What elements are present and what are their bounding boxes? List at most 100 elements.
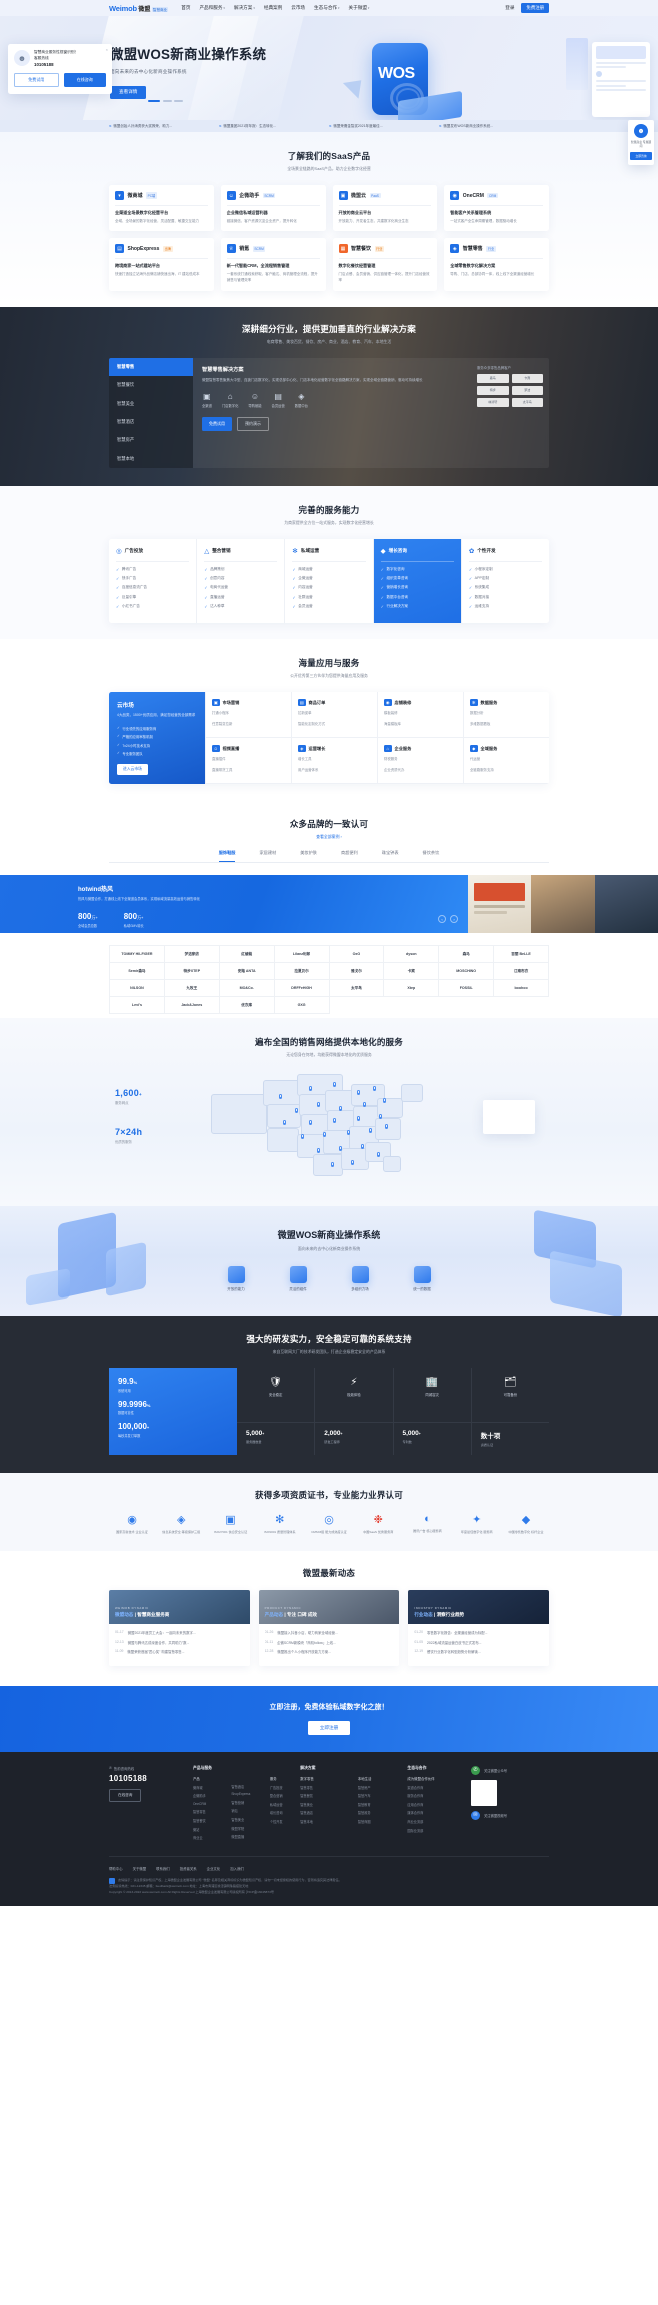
app-category-cell[interactable]: ◈ 运营增长 增长工具 用户运营体系 <box>291 737 377 785</box>
ticker-item[interactable]: ❝ 微盟集团2021财年报：生态转化... <box>219 124 329 129</box>
product-card[interactable]: ▾ 微商城 PC端 全渠道全场景数字化经营平台 全域、全场景的数字化经营，灵活配… <box>109 185 214 232</box>
footer-link[interactable]: 微商城 <box>193 1785 223 1790</box>
enter-cloud-market-button[interactable]: 进入云市场 <box>117 764 148 776</box>
footer-link[interactable]: 智慧美业 <box>300 1802 350 1807</box>
close-icon[interactable]: × <box>106 47 108 52</box>
app-category-cell[interactable]: ▤ 商品订单 拉新促单 智能化定制化方式 <box>291 691 377 738</box>
nav-item-cases[interactable]: 经典案例 <box>264 5 282 11</box>
product-card[interactable]: ◉ OneCRM CRM 智能客户关系管理系统 一站式客户全生命周期管理，数据驱… <box>444 185 549 232</box>
footer-bottom-link[interactable]: 企业文化 <box>207 1866 221 1871</box>
case-tab-jewelry[interactable]: 珠宝钟表 <box>382 850 399 862</box>
footer-link[interactable]: 智慧酒店 <box>300 1810 350 1815</box>
footer-link[interactable]: 微盟直播 <box>231 1834 261 1839</box>
nav-item-products[interactable]: 产品和服务 ▾ <box>199 5 225 11</box>
industry-tab-catering[interactable]: 智慧餐饮 <box>109 376 193 394</box>
footer-link[interactable]: 智慧房产 <box>358 1785 408 1790</box>
service-column-growth-consulting[interactable]: ◆ 增长咨询 ✓ 数字化咨询 ✓ 组织变革咨询 ✓ 营销增长咨询 ✓ 数据中台咨询 ✓ 行业… <box>373 538 462 623</box>
industry-tab-hotel[interactable]: 智慧酒店 <box>109 413 193 431</box>
footer-bottom-link[interactable]: 关于微盟 <box>133 1866 147 1871</box>
news-item[interactable]: 12-28 微盟推出个人小程序开放能力方案... <box>265 1649 394 1654</box>
product-card[interactable]: ◈ 智慧零售 行业 全域零售数字化解决方案 导购、门店、总部协同一体，线上线下全… <box>444 238 549 291</box>
case-tab-catering[interactable]: 餐饮茶饮 <box>423 850 440 862</box>
footer-link[interactable]: 服务合作商 <box>407 1793 461 1798</box>
news-item[interactable]: 11-09 微盟荣获首届"匠心奖" 构建智慧零售... <box>115 1649 244 1654</box>
carousel-prev-button[interactable]: ‹ <box>438 915 446 924</box>
footer-link[interactable]: 应用合作商 <box>407 1802 461 1807</box>
footer-bottom-link[interactable]: 加入我们 <box>230 1866 244 1871</box>
footer-link[interactable]: 智慧教育 <box>358 1802 408 1807</box>
footer-bottom-link[interactable]: 联系我们 <box>156 1866 170 1871</box>
ticker-item[interactable]: ❝ 微盟发布WOS新商业操作系统... <box>439 124 549 129</box>
service-column-custom-dev[interactable]: ✿ 个性开发 ✓ 小程序定制 ✓ APP定制 ✓ 系统集成 ✓ 数据对接 ✓ 运维支持 <box>462 539 549 623</box>
footer-link[interactable]: 商业业务部 <box>407 1819 461 1824</box>
service-column-advertising[interactable]: ◎ 广告投放 ✓ 腾讯广告 ✓ 快手广告 ✓ 百度信息流广告 ✓ 巨量引擎 ✓ 小红书广告 <box>109 538 198 623</box>
footer-link[interactable]: 国际业务部 <box>407 1828 461 1833</box>
footer-link[interactable]: 智慧餐饮 <box>300 1793 350 1798</box>
hero-carousel-dots[interactable] <box>148 100 183 102</box>
case-tab-home[interactable]: 家居建材 <box>259 850 276 862</box>
nav-item-home[interactable]: 首页 <box>181 5 190 11</box>
nav-item-solutions[interactable]: 解决方案 ▾ <box>234 5 255 11</box>
link-text[interactable]: 查看全部案例 › <box>316 834 342 839</box>
footer-link[interactable]: 销氪 <box>231 1808 261 1813</box>
hero-detail-button[interactable]: 查看详情 <box>110 86 147 99</box>
view-all-cases-link[interactable]: 查看全部案例 › <box>109 834 549 840</box>
news-item[interactable]: 01-17 微盟2021年度员工大会：一起向未来的数字... <box>115 1630 244 1635</box>
news-item[interactable]: 01-05 2022私域流量运营白皮书正式发布... <box>414 1640 543 1645</box>
footer-link[interactable]: 智慧营销 <box>231 1800 261 1805</box>
footer-link[interactable]: 个性开发 <box>270 1819 300 1824</box>
product-card[interactable]: ☺ 企微助手 SCRM 企业微信私域运营利器 链接微信、客户资源沉淀企业资产，提… <box>220 185 326 232</box>
carousel-dot[interactable] <box>174 100 183 102</box>
news-item[interactable]: 01-11 企微SCRM新模块「商机follow」上线... <box>265 1640 394 1645</box>
nav-item-ecosystem[interactable]: 生态与合作 ▾ <box>314 5 340 11</box>
industry-demo-button[interactable]: 预约演示 <box>237 417 269 432</box>
product-card[interactable]: ▤ ShopExpress 出海 跨境商家一站式建站平台 快速打造独立站海外品牌… <box>109 238 214 291</box>
footer-link[interactable]: ShopExpress <box>231 1792 261 1796</box>
footer-link[interactable]: 企微助手 <box>193 1793 223 1798</box>
case-tab-beauty[interactable]: 美妆护肤 <box>300 850 317 862</box>
footer-link[interactable]: 智慧酒店 <box>231 1784 261 1789</box>
footer-link[interactable]: 渠道合作商 <box>407 1785 461 1790</box>
consult-popup[interactable]: × ☻ 智慧商业服务性视窗识别！ 客服热线 10105188 免费试用 在线咨询 <box>8 44 112 94</box>
footer-link[interactable]: 商业云 <box>193 1835 223 1840</box>
carousel-next-button[interactable]: › <box>450 915 458 924</box>
carousel-dot[interactable] <box>162 100 172 102</box>
footer-link[interactable]: 智慧政务 <box>358 1810 408 1815</box>
app-category-cell[interactable]: ✻ 数据服务 数据分析 多维数据看板 <box>463 691 549 738</box>
app-category-cell[interactable]: ◆ 全域服务 代运营 全链路服务支持 <box>463 737 549 785</box>
news-item[interactable]: 01-20 零售数字化报告：全渠道经营成为标配... <box>414 1630 543 1635</box>
industry-tab-beauty[interactable]: 智慧美业 <box>109 394 193 412</box>
footer-consult-button[interactable]: 在线咨询 <box>109 1788 142 1802</box>
nav-item-cloudmarket[interactable]: 云市场 <box>291 5 305 11</box>
footer-link[interactable]: 增长咨询 <box>270 1810 300 1815</box>
footer-link[interactable]: 广告投放 <box>270 1785 300 1790</box>
case-tab-supermarket[interactable]: 商超便利 <box>341 850 358 862</box>
online-consult-button[interactable]: 在线咨询 <box>63 72 106 87</box>
footer-bottom-link[interactable]: 投资者关系 <box>180 1866 197 1871</box>
product-card[interactable]: ▣ 微盟云 PaaS 开放的商业云平台 开放能力、开发者生态，共建数字化商业生态 <box>332 185 438 232</box>
product-card[interactable]: ♕ 销氪 SCRM 新一代智能CRM，全流程销售管理 一套系统打通线索获取、客户… <box>220 238 326 291</box>
product-card[interactable]: ▦ 智慧餐饮 行业 数字化餐饮经营管理 门店点餐、会员营销、供应链管理一体化，提… <box>332 238 438 291</box>
app-category-cell[interactable]: ◉ 店铺装修 模板装修 海量模板库 <box>377 691 463 738</box>
carousel-dot-active[interactable] <box>148 100 160 102</box>
news-item[interactable]: 12-19 餐饮行业数字化转型趋势分析解读... <box>414 1649 543 1654</box>
advisor-consult-button[interactable]: 立即咨询 <box>630 151 652 160</box>
footer-link[interactable]: OneCRM <box>193 1802 223 1806</box>
ticker-item[interactable]: ❝ 微盟荣膺金智奖2021年度最佳... <box>329 124 439 129</box>
footer-link[interactable]: 智慧美业 <box>231 1817 261 1822</box>
industry-tab-retail[interactable]: 智慧零售 <box>109 357 193 377</box>
site-logo[interactable]: Weimob 微盟 智慧商业 <box>109 4 169 13</box>
news-item[interactable]: 12-13 微盟与腾讯达成深度合作，共同助力"数... <box>115 1640 244 1645</box>
footer-link[interactable]: 微站 <box>193 1827 223 1832</box>
footer-link[interactable]: 智慧商圈 <box>358 1819 408 1824</box>
news-item[interactable]: 01-26 微盟接入抖音小店，助力商家全域经营... <box>265 1630 394 1635</box>
footer-link[interactable]: 私域运营 <box>270 1802 300 1807</box>
industry-tab-local[interactable]: 智慧本地 <box>109 450 193 468</box>
free-trial-button[interactable]: 免费试用 <box>14 72 59 87</box>
service-column-marketing[interactable]: △ 整合营销 ✓ 品牌策划 ✓ 创意内容 ✓ 电商代运营 ✓ 直播运营 ✓ 达人种草 <box>197 538 286 623</box>
footer-link[interactable]: 智慧餐饮 <box>193 1818 223 1823</box>
footer-link[interactable]: 媒体合作商 <box>407 1810 461 1815</box>
industry-trial-button[interactable]: 免费试用 <box>202 417 232 432</box>
register-button[interactable]: 免费注册 <box>521 2 549 14</box>
news-card[interactable]: INDUSTRY DYNAMIC 行业动态 | 洞察行业趋势 01-20 零售数字… <box>408 1590 549 1666</box>
